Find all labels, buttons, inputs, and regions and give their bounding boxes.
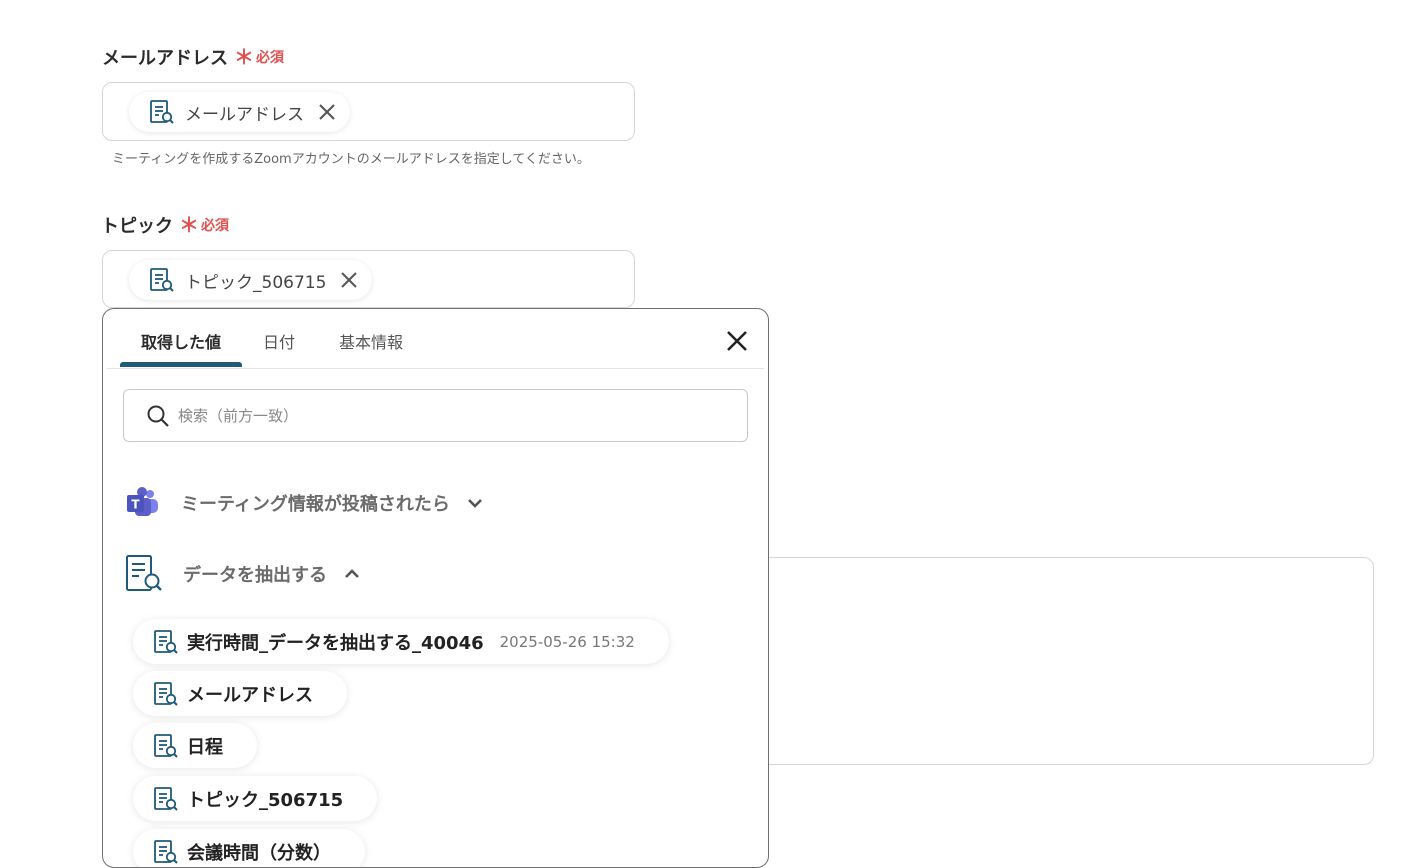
required-star: ＊ <box>234 45 254 69</box>
document-search-icon <box>153 839 179 865</box>
remove-topic-chip-button[interactable] <box>338 269 360 291</box>
email-chip-label: メールアドレス <box>185 104 304 125</box>
section-meeting-posted[interactable]: T ミーティング情報が投稿されたら <box>125 485 484 521</box>
list-item[interactable]: 会議時間（分数） <box>133 829 365 867</box>
close-icon <box>319 104 335 120</box>
item-name: 会議時間（分数） <box>187 842 331 864</box>
remove-email-chip-button[interactable] <box>316 101 338 123</box>
teams-icon: T <box>125 485 161 521</box>
required-text: 必須 <box>256 50 284 66</box>
document-search-icon <box>153 681 179 707</box>
section-label: データを抽出する <box>183 565 327 586</box>
item-name: メールアドレス <box>187 684 313 706</box>
close-icon <box>727 331 747 351</box>
email-value-chip[interactable]: メールアドレス <box>129 92 350 132</box>
document-search-icon <box>153 629 179 655</box>
topic-value-chip[interactable]: トピック_506715 <box>129 260 373 300</box>
topic-chip-label: トピック_506715 <box>185 272 327 293</box>
chevron-up-icon <box>343 568 361 580</box>
email-help-text: ミーティングを作成するZoomアカウントのメールアドレスを指定してください。 <box>112 152 590 167</box>
list-item[interactable]: 実行時間_データを抽出する_40046 2025-05-26 15:32 <box>133 619 669 664</box>
item-name: トピック_506715 <box>187 789 344 811</box>
tab-basic-info[interactable]: 基本情報 <box>339 329 403 353</box>
email-label-text: メールアドレス <box>102 48 228 69</box>
document-search-icon <box>149 99 175 125</box>
email-input[interactable]: メールアドレス <box>102 82 635 141</box>
email-label: メールアドレス ＊ 必須 <box>102 44 284 70</box>
value-picker-popup: 取得した値 日付 基本情報 T ミーティング情報が投稿されたら <box>102 308 769 868</box>
svg-text:T: T <box>131 498 140 512</box>
search-input[interactable] <box>176 405 720 426</box>
document-search-icon <box>153 733 179 759</box>
list-item[interactable]: 日程 <box>133 723 257 768</box>
tab-date[interactable]: 日付 <box>263 329 295 353</box>
item-name: 日程 <box>187 736 223 758</box>
active-tab-indicator <box>120 362 242 367</box>
item-value: 2025-05-26 15:32 <box>499 632 635 651</box>
close-popup-button[interactable] <box>723 327 751 355</box>
section-label: ミーティング情報が投稿されたら <box>181 494 450 515</box>
tab-acquired-values[interactable]: 取得した値 <box>141 329 221 353</box>
chevron-down-icon <box>466 497 484 509</box>
topic-input[interactable]: トピック_506715 <box>102 250 635 308</box>
popup-tabs: 取得した値 日付 基本情報 <box>107 309 764 369</box>
list-item[interactable]: メールアドレス <box>133 671 347 716</box>
topic-label: トピック ＊ 必須 <box>101 212 229 238</box>
required-text: 必須 <box>201 218 229 234</box>
list-item[interactable]: トピック_506715 <box>133 776 378 821</box>
search-field[interactable] <box>123 389 748 442</box>
document-search-icon <box>125 554 163 594</box>
topic-label-text: トピック <box>101 216 173 237</box>
item-name: 実行時間_データを抽出する_40046 <box>187 632 484 654</box>
document-search-icon <box>149 267 175 293</box>
search-icon <box>146 404 170 428</box>
section-extract-data[interactable]: データを抽出する <box>125 554 361 594</box>
document-search-icon <box>153 786 179 812</box>
required-star: ＊ <box>179 213 199 237</box>
close-icon <box>341 272 358 288</box>
text-area[interactable] <box>740 557 1374 765</box>
